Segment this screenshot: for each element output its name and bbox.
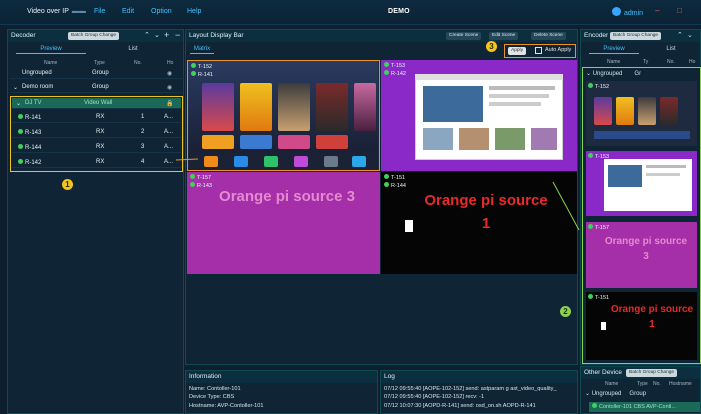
information-header: Information [186, 371, 377, 383]
log-line: 07/12 10:07:30 [AOPD-R-141] send: osd_on… [384, 402, 536, 409]
other-device-panel: Other Device Batch Group Change Name Typ… [580, 366, 701, 414]
other-batch-group-button[interactable]: Batch Group Change [626, 369, 678, 377]
other-group-row[interactable]: ⌄ Ungrouped Group [585, 390, 646, 397]
log-header: Log [381, 371, 577, 383]
info-device-type: Device Type: CBS [189, 394, 235, 401]
log-line: 07/12 09:55:40 [AOPE-102-152] send: astp… [384, 386, 557, 392]
info-name: Name: Contoller-101 [189, 386, 241, 392]
other-device-row[interactable]: Contoller-101 CBS AVP-Contl... [589, 402, 700, 412]
info-hostname: Hostname: AVP-Contoller-101 [189, 402, 264, 409]
information-panel: Information Name: Contoller-101 Device T… [185, 370, 378, 414]
log-panel: Log 07/12 09:55:40 [AOPE-102-152] send: … [380, 370, 578, 414]
log-line: 07/12 09:55:40 [AOPE-102-152] recv: -1 [384, 394, 485, 401]
callout-lines [175, 158, 580, 231]
